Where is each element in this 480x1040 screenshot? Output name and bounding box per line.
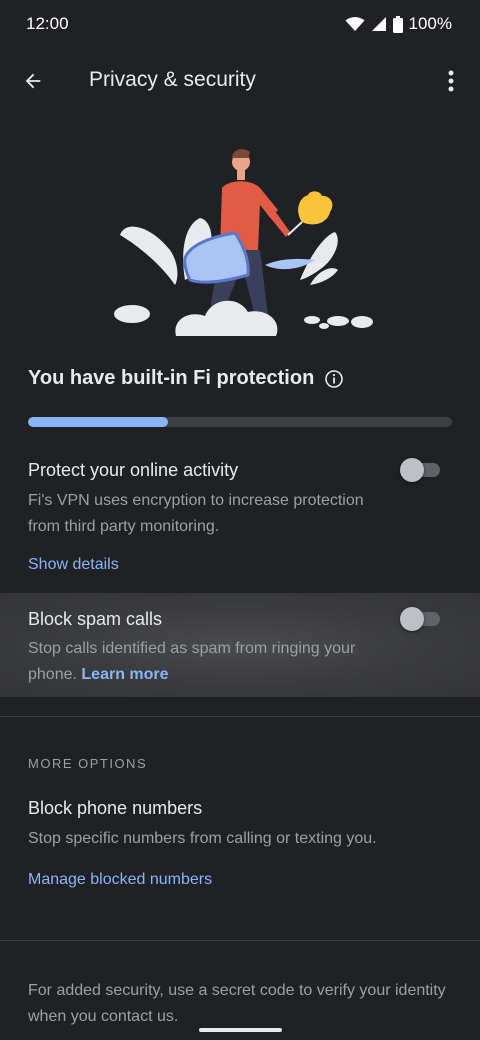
show-details-link[interactable]: Show details bbox=[28, 556, 119, 574]
spam-title: Block spam calls bbox=[28, 609, 163, 629]
block-spam-calls-row[interactable]: Block spam calls Stop calls identified a… bbox=[0, 593, 480, 697]
spam-toggle-thumb bbox=[400, 607, 424, 631]
more-vert-icon bbox=[448, 70, 454, 92]
footer-text: For added security, use a secret code to… bbox=[28, 982, 446, 1025]
protection-progress-bar bbox=[28, 417, 452, 427]
status-time: 12:00 bbox=[26, 14, 69, 33]
vpn-description: Fi's VPN uses encryption to increase pro… bbox=[28, 492, 364, 535]
app-bar: Privacy & security bbox=[0, 50, 480, 112]
status-bar: 12:00 100% bbox=[0, 0, 480, 48]
info-icon[interactable] bbox=[324, 369, 344, 389]
back-button[interactable] bbox=[18, 66, 48, 96]
more-options-button[interactable] bbox=[436, 66, 466, 96]
more-options-header: MORE OPTIONS bbox=[28, 756, 148, 771]
signal-icon bbox=[371, 17, 386, 31]
learn-more-link[interactable]: Learn more bbox=[81, 666, 168, 683]
spam-description: Stop calls identified as spam from ringi… bbox=[28, 636, 398, 688]
divider bbox=[0, 716, 480, 717]
block-numbers-title: Block phone numbers bbox=[28, 798, 203, 818]
progress-fill bbox=[28, 417, 168, 427]
back-arrow-icon bbox=[25, 73, 41, 89]
battery-icon bbox=[392, 15, 403, 33]
vpn-toggle-thumb bbox=[400, 458, 424, 482]
protection-illustration bbox=[114, 149, 373, 336]
manage-blocked-numbers-link[interactable]: Manage blocked numbers bbox=[28, 871, 212, 889]
spam-toggle[interactable] bbox=[400, 607, 440, 631]
wifi-icon bbox=[345, 17, 365, 31]
page-title: Privacy & security bbox=[89, 68, 256, 91]
home-indicator[interactable] bbox=[199, 1028, 282, 1032]
vpn-toggle[interactable] bbox=[400, 458, 440, 482]
hero-title: You have built-in Fi protection bbox=[28, 367, 344, 390]
divider bbox=[0, 940, 480, 941]
hero-title-text: You have built-in Fi protection bbox=[28, 367, 315, 389]
vpn-title: Protect your online activity bbox=[28, 460, 239, 480]
battery-level: 100% bbox=[408, 14, 452, 33]
block-numbers-description: Stop specific numbers from calling or te… bbox=[28, 830, 377, 847]
status-icons: 100% bbox=[345, 14, 452, 34]
spam-description-text: Stop calls identified as spam from ringi… bbox=[28, 640, 356, 683]
